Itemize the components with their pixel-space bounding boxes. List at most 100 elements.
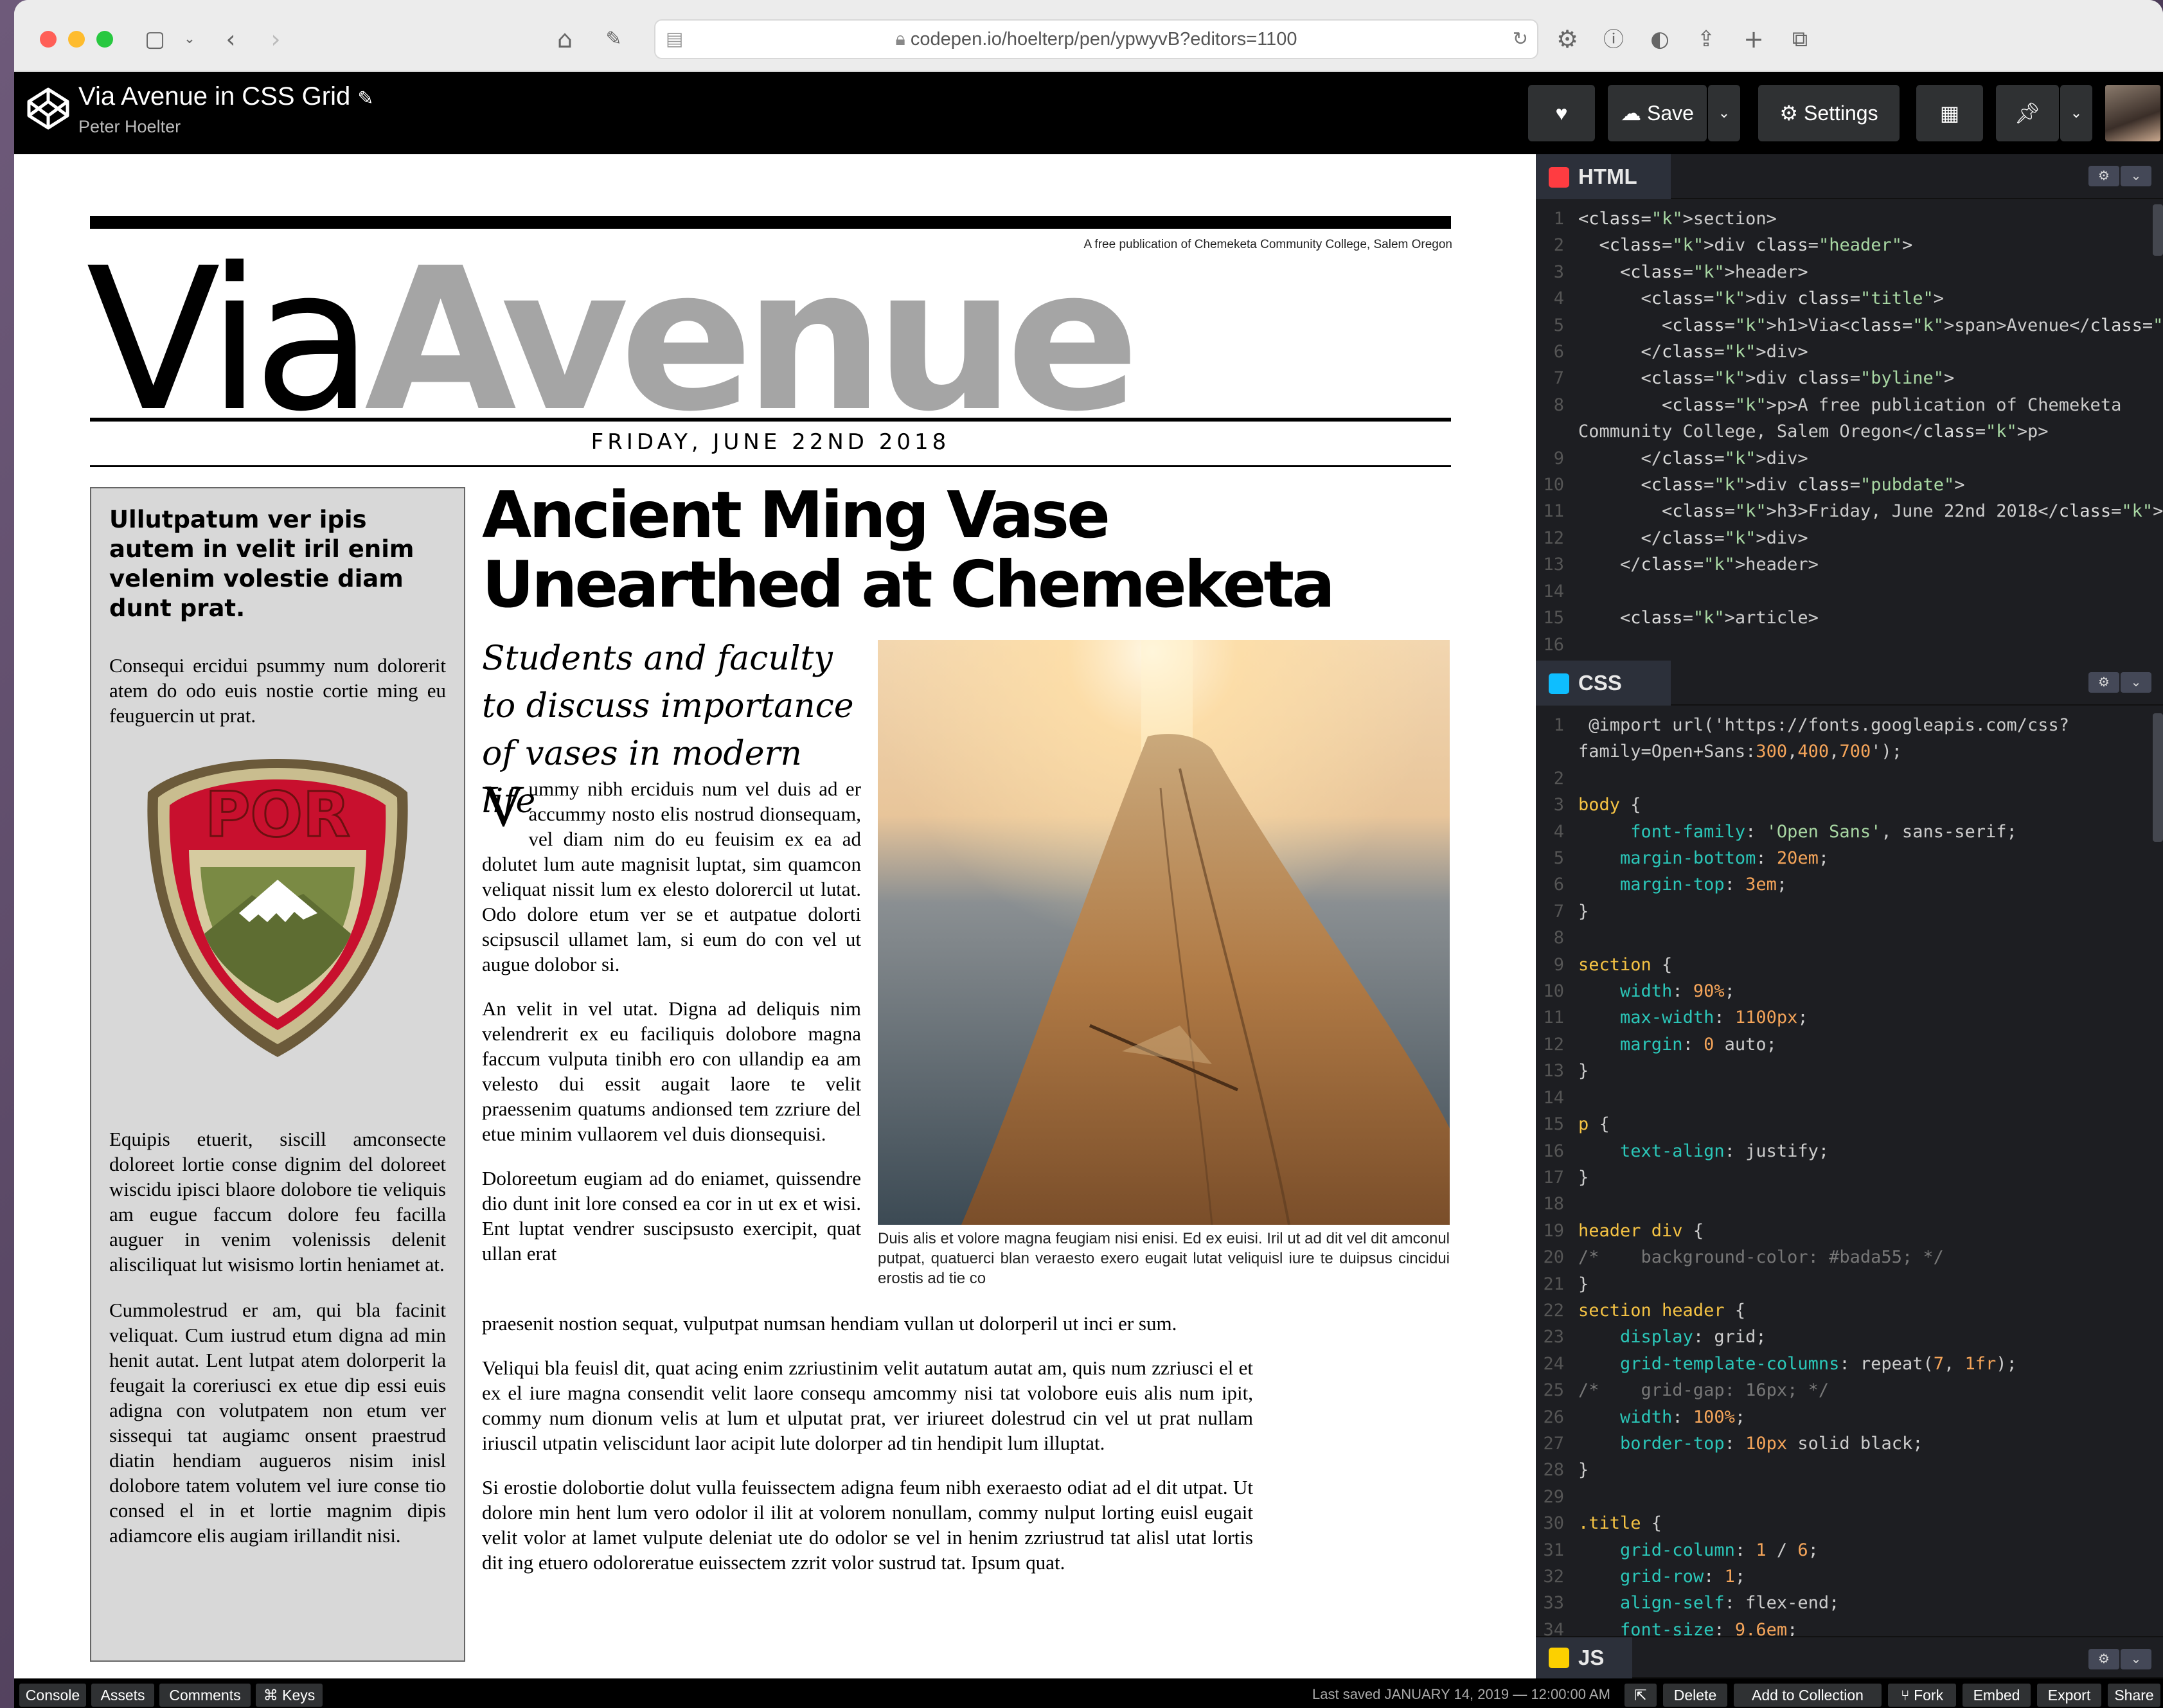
gear-icon[interactable]: ⚙ [2088,1649,2119,1669]
settings-button[interactable]: ⚙ Settings [1758,85,1900,141]
comments-button[interactable]: Comments [159,1684,251,1707]
embed-button[interactable]: Embed [1963,1684,2031,1707]
new-tab-icon[interactable]: + [1736,22,1771,57]
code-line[interactable]: 1 <class="k">section> [1536,206,2163,232]
console-button[interactable]: Console [19,1684,86,1707]
code-line[interactable]: 20/* background-color: #bada55; */ [1536,1244,2163,1270]
add-to-collection-button[interactable]: Add to Collection [1734,1684,1882,1707]
reload-icon[interactable]: ↻ [1513,21,1528,58]
code-line[interactable]: 16 text-align: justify; [1536,1138,2163,1164]
code-line[interactable]: 25/* grid-gap: 16px; */ [1536,1377,2163,1403]
css-code[interactable]: 1 @import url('https://fonts.googleapis.… [1536,712,2163,1637]
tab-css[interactable]: CSS [1536,661,1671,706]
code-line[interactable]: 15 p { [1536,1111,2163,1137]
share-icon[interactable]: ⇪ [1689,22,1723,57]
code-line[interactable]: 11 <class="k">h3>Friday, June 22nd 2018<… [1536,498,2163,524]
code-line[interactable]: 15 <class="k">article> [1536,605,2163,631]
share-button[interactable]: Share [2108,1684,2160,1707]
html-scrollbar[interactable] [2153,204,2163,256]
code-line[interactable]: 3 body { [1536,792,2163,818]
minimize-window-button[interactable] [68,31,85,48]
code-line[interactable]: 13 </class="k">header> [1536,551,2163,578]
code-line[interactable]: 33 align-self: flex-end; [1536,1590,2163,1616]
chevron-down-icon[interactable]: ⌄ [2121,1649,2151,1669]
sidebar-icon[interactable]: ▢ [138,22,172,57]
code-line[interactable]: Community College, Salem Oregon</class="… [1536,418,2163,445]
codepen-logo-icon[interactable] [26,86,71,131]
code-line[interactable]: 8 <class="k">p>A free publication of Che… [1536,392,2163,418]
css-scrollbar[interactable] [2153,713,2163,842]
chevron-down-icon[interactable]: ⌄ [2121,166,2151,186]
code-line[interactable]: 11 max-width: 1100px; [1536,1004,2163,1031]
code-line[interactable]: 26 width: 100%; [1536,1404,2163,1430]
code-line[interactable]: 31 grid-column: 1 / 6; [1536,1537,2163,1563]
tab-js[interactable]: JS [1536,1637,1632,1678]
code-line[interactable]: 7 <class="k">div class="byline"> [1536,365,2163,391]
avatar[interactable] [2105,85,2160,141]
code-line[interactable]: 19 header div { [1536,1218,2163,1244]
assets-button[interactable]: Assets [91,1684,154,1707]
code-line[interactable]: 34 font-size: 9.6em; [1536,1617,2163,1637]
fork-button[interactable]: ⑂ Fork [1888,1684,1956,1707]
code-line[interactable]: 6 </class="k">div> [1536,339,2163,365]
code-line[interactable]: 9 section { [1536,952,2163,978]
code-line[interactable]: 30 .title { [1536,1510,2163,1536]
info-icon[interactable]: ⓘ [1596,22,1631,57]
code-line[interactable]: 2 [1536,765,2163,792]
address-bar[interactable]: ▤ 🔒︎ codepen.io/hoelterp/pen/ypwyvB?edit… [654,19,1538,59]
save-dropdown-button[interactable]: ⌄ [1708,85,1740,141]
heart-button[interactable]: ♥ [1528,85,1595,141]
home-icon[interactable]: ⌂ [547,22,582,57]
code-line[interactable]: 14 [1536,578,2163,605]
code-line[interactable]: 32 grid-row: 1; [1536,1563,2163,1590]
code-line[interactable]: 24 grid-template-columns: repeat(7, 1fr)… [1536,1351,2163,1377]
code-line[interactable]: 4 font-family: 'Open Sans', sans-serif; [1536,819,2163,845]
chevron-down-icon[interactable]: ⌄ [2121,672,2151,693]
code-line[interactable]: 2 <class="k">div class="header"> [1536,232,2163,258]
code-line[interactable]: 14 [1536,1085,2163,1111]
code-line[interactable]: 23 display: grid; [1536,1324,2163,1350]
pin-dropdown-button[interactable]: ⌄ [2060,85,2092,141]
code-line[interactable]: 1 @import url('https://fonts.googleapis.… [1536,712,2163,738]
gear-icon[interactable]: ⚙ [2088,166,2119,186]
code-line[interactable]: 27 border-top: 10px solid black; [1536,1430,2163,1457]
code-line[interactable]: family=Open+Sans:300,400,700'); [1536,738,2163,765]
gear-icon[interactable]: ⚙ [2088,672,2119,693]
code-line[interactable]: 5 <class="k">h1>Via<class="k">span>Avenu… [1536,312,2163,339]
code-line[interactable]: 18 [1536,1191,2163,1217]
code-line[interactable]: 28} [1536,1457,2163,1483]
code-line[interactable]: 12 </class="k">div> [1536,525,2163,551]
pen-title[interactable]: Via Avenue in CSS Grid ✎ [78,82,374,111]
code-line[interactable]: 29 [1536,1484,2163,1510]
code-line[interactable]: 13} [1536,1058,2163,1084]
code-line[interactable]: 9 </class="k">div> [1536,445,2163,472]
save-button[interactable]: ☁ Save [1608,85,1707,141]
back-icon[interactable]: ‹ [213,22,248,57]
export-button[interactable]: Export [2037,1684,2101,1707]
shield-icon[interactable]: ◐ [1642,22,1677,57]
code-line[interactable]: 7} [1536,898,2163,925]
edit-icon[interactable]: ✎ [596,22,631,57]
code-line[interactable]: 5 margin-bottom: 20em; [1536,845,2163,871]
html-code[interactable]: 1 <class="k">section> 2 <class="k">div cla… [1536,206,2163,655]
forward-icon[interactable]: › [258,22,293,57]
code-line[interactable]: 21} [1536,1271,2163,1297]
chevron-down-icon[interactable]: ⌄ [172,22,207,57]
pencil-icon[interactable]: ✎ [357,88,373,109]
code-line[interactable]: 4 <class="k">div class="title"> [1536,285,2163,312]
pen-author[interactable]: Peter Hoelter [78,117,181,137]
code-line[interactable]: 8 [1536,925,2163,951]
code-line[interactable]: 22 section header { [1536,1297,2163,1324]
delete-button[interactable]: Delete [1663,1684,1727,1707]
tab-html[interactable]: HTML [1536,154,1671,199]
code-line[interactable]: 3 <class="k">header> [1536,259,2163,285]
close-window-button[interactable] [40,31,57,48]
pin-button[interactable]: 📌︎ [1996,85,2059,141]
tabs-overview-icon[interactable]: ⧉ [1783,22,1817,57]
zoom-window-button[interactable] [96,31,113,48]
layout-button[interactable]: ▦ [1916,85,1983,141]
external-link-button[interactable]: ⇱ [1624,1684,1657,1707]
code-line[interactable]: 6 margin-top: 3em; [1536,871,2163,898]
code-line[interactable]: 17} [1536,1164,2163,1191]
gear-icon[interactable]: ⚙ [1550,22,1585,57]
